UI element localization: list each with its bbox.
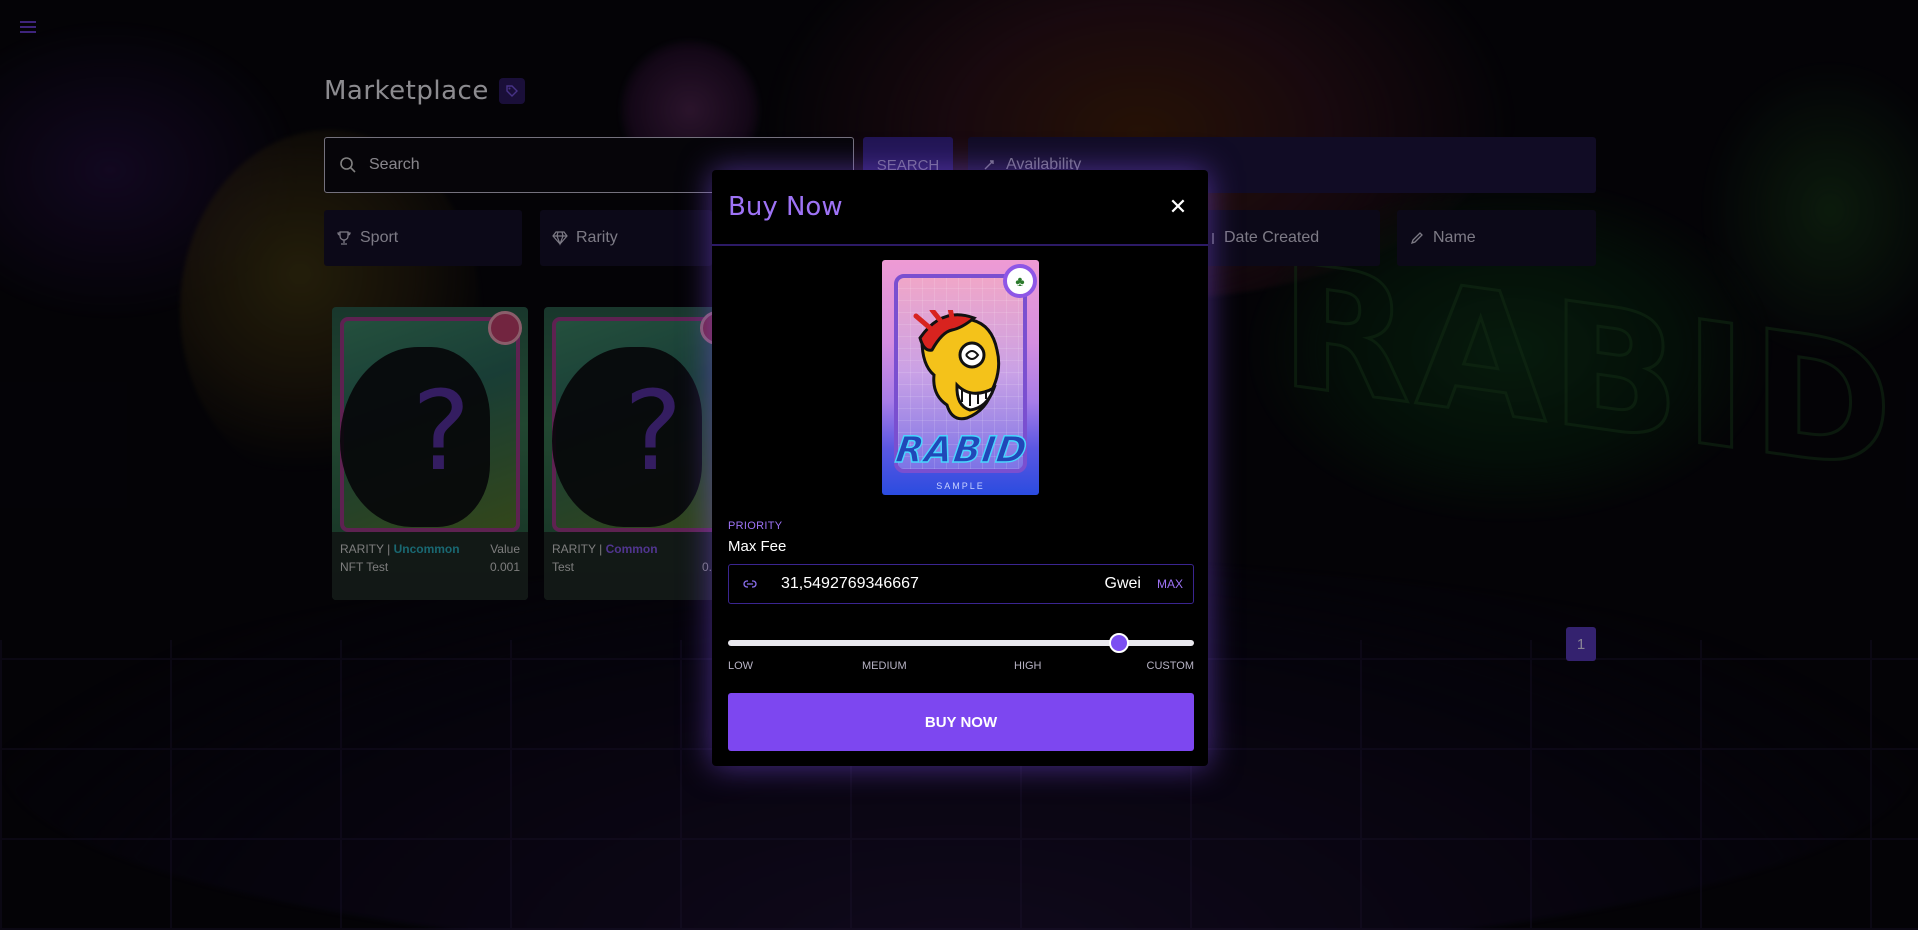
buy-now-modal: Buy Now ✕ ♣ RABID SAMPLE PRIORITY Max Fe… — [712, 170, 1208, 766]
fee-unit: Gwei — [1104, 575, 1141, 592]
priority-slider[interactable] — [728, 632, 1194, 654]
rabid-logo: RABID — [892, 429, 1031, 472]
mascot-image — [913, 310, 1001, 421]
close-icon[interactable]: ✕ — [1164, 193, 1192, 221]
modal-header: Buy Now ✕ — [712, 170, 1208, 246]
priority-label: PRIORITY — [728, 520, 783, 532]
max-fee-label: Max Fee — [728, 538, 787, 555]
tick-high[interactable]: HIGH — [1014, 660, 1042, 672]
max-button[interactable]: MAX — [1157, 577, 1183, 591]
tick-medium[interactable]: MEDIUM — [862, 660, 907, 672]
modal-title: Buy Now — [728, 192, 843, 222]
slider-thumb[interactable] — [1109, 633, 1130, 653]
buy-now-button[interactable]: BUY NOW — [728, 693, 1194, 751]
sample-watermark: SAMPLE — [936, 481, 985, 491]
link-icon — [743, 580, 757, 588]
tick-custom[interactable]: CUSTOM — [1147, 660, 1194, 672]
max-fee-input[interactable] — [779, 574, 1105, 594]
sport-badge-icon: ♣ — [1003, 264, 1037, 298]
max-fee-field[interactable]: Gwei MAX — [728, 564, 1194, 604]
nft-card-image: ♣ RABID SAMPLE — [882, 260, 1039, 495]
tick-low[interactable]: LOW — [728, 660, 753, 672]
